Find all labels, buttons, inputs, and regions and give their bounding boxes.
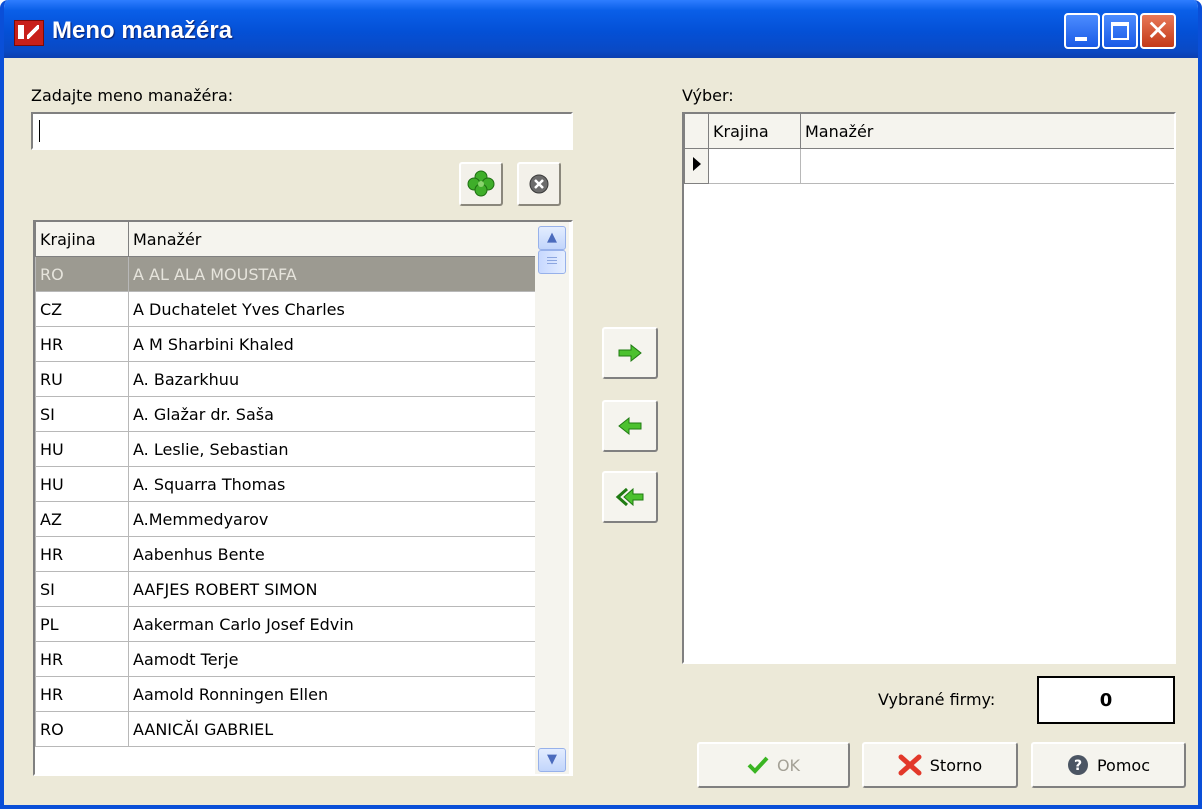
cell-manager[interactable]: AANICĂI GABRIEL [128,711,536,747]
table-row[interactable]: SI A. Glažar dr. Saša [35,396,536,432]
table-header-row: Krajina Manažér [684,114,1174,149]
cell-country[interactable]: AZ [35,501,129,537]
cell-country[interactable]: RO [35,711,129,747]
cell-manager[interactable]: A Duchatelet Yves Charles [128,291,536,327]
row-pointer-icon [692,157,701,171]
selection-grid[interactable]: Krajina Manažér [682,112,1176,664]
app-logo-icon [14,20,44,46]
find-button[interactable] [459,162,503,206]
cell-country[interactable]: HU [35,431,129,467]
table-row[interactable]: HR A M Sharbini Khaled [35,326,536,362]
text-caret [39,120,40,142]
cancel-button[interactable]: Storno [862,742,1018,788]
column-header-country[interactable]: Krajina [708,114,801,149]
table-row[interactable]: RO AANICĂI GABRIEL [35,711,536,747]
selected-count-label: Vybrané firmy: [878,690,996,709]
scroll-down-button[interactable]: ▼ [538,748,566,772]
cell-country[interactable]: SI [35,396,129,432]
title-bar[interactable]: Meno manažéra ✕ [4,0,1198,58]
table-row[interactable]: CZ A Duchatelet Yves Charles [35,291,536,327]
cell-manager[interactable] [800,148,1174,184]
row-indicator-header [684,114,709,149]
scroll-thumb[interactable] [538,250,566,274]
cell-manager[interactable]: A. Glažar dr. Saša [128,396,536,432]
table-row[interactable]: RU A. Bazarkhuu [35,361,536,397]
cell-manager[interactable]: A. Squarra Thomas [128,466,536,502]
table-header-row: Krajina Manažér [35,222,536,257]
cell-country[interactable]: HR [35,676,129,712]
cell-manager[interactable]: AAFJES ROBERT SIMON [128,571,536,607]
cell-manager[interactable]: A. Leslie, Sebastian [128,431,536,467]
table-row[interactable]: PL Aakerman Carlo Josef Edvin [35,606,536,642]
managers-table: Krajina Manažér RO A AL ALA MOUSTAFA CZ A D… [35,222,536,747]
table-row[interactable]: HU A. Squarra Thomas [35,466,536,502]
cell-country[interactable]: HU [35,466,129,502]
cell-manager[interactable]: Aabenhus Bente [128,536,536,572]
maximize-icon [1111,22,1129,40]
scroll-up-button[interactable]: ▲ [538,226,566,250]
cell-manager[interactable]: Aamold Ronningen Ellen [128,676,536,712]
ok-label: OK [776,755,801,775]
table-row[interactable] [684,148,1174,184]
window-title: Meno manažéra [52,17,233,44]
dialog-window: Meno manažéra ✕ Zadajte meno manažéra: K… [0,0,1202,809]
table-row[interactable]: HR Aamodt Terje [35,641,536,677]
clear-circle-icon [529,174,549,194]
cell-manager[interactable]: A AL ALA MOUSTAFA [128,256,536,292]
help-button[interactable]: ? Pomoc [1031,742,1186,788]
cell-manager[interactable]: Aakerman Carlo Josef Edvin [128,606,536,642]
cell-country[interactable] [708,148,801,184]
help-icon: ? [1067,755,1088,775]
selection-label: Výber: [682,86,734,105]
add-to-selection-button[interactable] [602,327,658,379]
arrow-right-icon [618,343,642,363]
cell-country[interactable]: HR [35,641,129,677]
column-header-country[interactable]: Krajina [35,222,129,257]
current-row-indicator [684,148,709,184]
column-header-manager[interactable]: Manažér [128,222,536,257]
table-row[interactable]: AZ A.Memmedyarov [35,501,536,537]
managers-grid[interactable]: Krajina Manažér RO A AL ALA MOUSTAFA CZ A D… [33,220,573,776]
cell-country[interactable]: RO [35,256,129,292]
selection-table: Krajina Manažér [684,114,1174,184]
cell-country[interactable]: SI [35,571,129,607]
minimize-button[interactable] [1064,13,1100,49]
table-row[interactable]: HU A. Leslie, Sebastian [35,431,536,467]
close-button[interactable]: ✕ [1140,13,1176,49]
manager-name-input[interactable] [31,112,573,150]
search-label: Zadajte meno manažéra: [31,86,234,105]
column-header-manager[interactable]: Manažér [800,114,1174,149]
cell-country[interactable]: RU [35,361,129,397]
remove-all-button[interactable] [602,471,658,523]
svg-text:?: ? [1074,758,1082,774]
remove-from-selection-button[interactable] [602,400,658,452]
help-label: Pomoc [1096,755,1151,775]
arrow-left-icon [618,416,642,436]
clear-button[interactable] [517,162,561,206]
vertical-scrollbar[interactable]: ▲ ▼ [535,222,569,774]
clover-icon [467,170,495,197]
table-row[interactable]: HR Aamold Ronningen Ellen [35,676,536,712]
minimize-icon [1075,37,1087,41]
cell-manager[interactable]: A M Sharbini Khaled [128,326,536,362]
selected-count-value: 0 [1037,676,1175,724]
table-row[interactable]: HR Aabenhus Bente [35,536,536,572]
table-row[interactable]: SI AAFJES ROBERT SIMON [35,571,536,607]
cancel-label: Storno [929,755,983,775]
maximize-button[interactable] [1102,13,1138,49]
cell-country[interactable]: PL [35,606,129,642]
cell-manager[interactable]: A.Memmedyarov [128,501,536,537]
red-x-icon [898,754,922,776]
ok-button[interactable]: OK [697,742,850,788]
double-arrow-left-icon [615,487,644,507]
cell-manager[interactable]: A. Bazarkhuu [128,361,536,397]
cell-country[interactable]: HR [35,326,129,362]
table-row[interactable]: RO A AL ALA MOUSTAFA [35,256,536,292]
cell-country[interactable]: CZ [35,291,129,327]
close-icon: ✕ [1146,14,1170,47]
checkmark-icon [747,756,769,774]
cell-manager[interactable]: Aamodt Terje [128,641,536,677]
cell-country[interactable]: HR [35,536,129,572]
